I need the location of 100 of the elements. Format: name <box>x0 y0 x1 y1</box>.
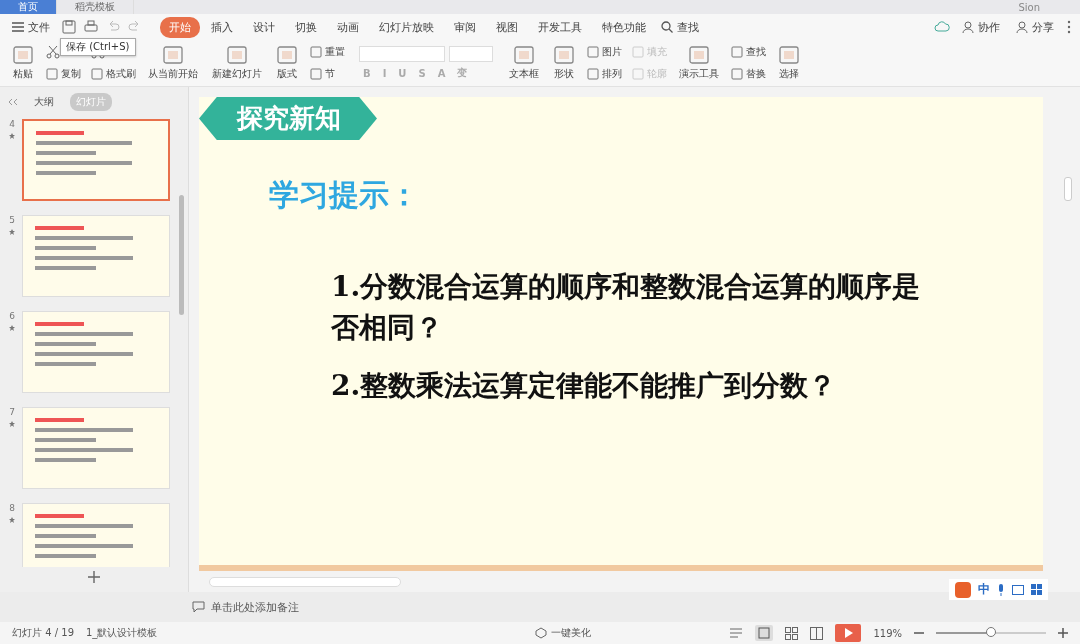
menu-icon <box>12 22 24 32</box>
slide-thumbnail[interactable] <box>22 119 170 201</box>
ribbon-button[interactable]: 选择 <box>774 43 804 83</box>
star-icon <box>9 517 15 523</box>
tool-icon <box>632 46 644 58</box>
ribbon-button[interactable]: 排列 <box>585 66 624 82</box>
tool-icon <box>731 68 743 80</box>
notes-placeholder[interactable]: 单击此处添加备注 <box>211 599 299 615</box>
tool-icon <box>12 45 34 65</box>
ime-mode[interactable]: 中 <box>978 581 990 598</box>
play-button[interactable] <box>835 624 862 642</box>
slide-text: 1.分数混合运算的顺序和整数混合运算的顺序是否相同？ <box>331 269 921 346</box>
ribbon-button[interactable]: 替换 <box>729 66 768 82</box>
ribbon-button[interactable]: 节 <box>308 66 337 82</box>
scrollbar[interactable] <box>209 577 401 587</box>
ribbon-button[interactable]: 从当前开始 <box>144 43 202 83</box>
search-icon <box>661 21 673 33</box>
tool-icon <box>162 45 184 65</box>
ribbon-tab[interactable]: 开发工具 <box>529 16 591 38</box>
slide-number: 4 <box>9 119 15 129</box>
slide-number: 5 <box>9 215 15 225</box>
file-menu[interactable]: 文件 <box>8 17 54 37</box>
ribbon-tab[interactable]: 幻灯片放映 <box>370 16 443 38</box>
ribbon-button[interactable]: 粘贴 <box>8 43 38 83</box>
microphone-icon[interactable] <box>997 583 1005 596</box>
print-icon[interactable] <box>84 20 98 34</box>
normal-view-icon[interactable] <box>755 625 774 641</box>
slide-text: 2.整数乘法运算定律能不能推广到分数？ <box>331 368 838 405</box>
cloud-icon[interactable] <box>934 20 950 34</box>
tool-icon <box>310 68 322 80</box>
zoom-slider-thumb[interactable] <box>986 627 996 637</box>
star-icon <box>9 133 15 139</box>
slide-number: 7 <box>9 407 15 417</box>
keyboard-icon[interactable] <box>1012 584 1024 595</box>
slide-number: 8 <box>9 503 15 513</box>
comment-icon <box>192 601 205 613</box>
tool-icon <box>632 68 644 80</box>
plus-icon <box>88 571 100 583</box>
ribbon-button[interactable]: 图片 <box>585 44 624 60</box>
ribbon-button[interactable]: 演示工具 <box>675 43 723 83</box>
scrollbar[interactable] <box>179 195 184 315</box>
ribbon-button[interactable]: 查找 <box>729 44 768 60</box>
ribbon-tab[interactable]: 动画 <box>328 16 368 38</box>
play-icon <box>843 628 854 638</box>
slide-number: 6 <box>9 311 15 321</box>
tool-icon <box>731 46 743 58</box>
title-banner: 探究新知 <box>199 97 377 140</box>
tool-icon <box>587 68 599 80</box>
tool-icon <box>276 45 298 65</box>
slide-count: 幻灯片 4 / 19 <box>12 626 74 640</box>
ribbon-button[interactable]: 复制 <box>44 66 83 82</box>
toolbar-action[interactable]: 协作 <box>958 17 1004 37</box>
tool-icon <box>553 45 575 65</box>
tool-icon <box>513 45 535 65</box>
tool-icon <box>587 46 599 58</box>
view-tab[interactable]: 大纲 <box>28 93 60 111</box>
ribbon-tab[interactable]: 特色功能 <box>593 16 655 38</box>
font-size-field[interactable] <box>449 46 493 62</box>
collapse-icon[interactable] <box>8 98 18 106</box>
ime-logo-icon[interactable] <box>955 581 971 598</box>
tool-icon <box>226 45 248 65</box>
grid-view-icon[interactable] <box>785 626 799 640</box>
more-icon[interactable] <box>1066 20 1072 34</box>
tool-icon <box>688 45 710 65</box>
tool-icon <box>46 68 58 80</box>
star-icon <box>9 325 15 331</box>
ribbon-button[interactable]: 版式 <box>272 43 302 83</box>
ribbon-tab[interactable]: 设计 <box>244 16 284 38</box>
ribbon-button[interactable]: 形状 <box>549 43 579 83</box>
template-name[interactable]: 1_默认设计模板 <box>86 626 158 640</box>
zoom-level[interactable]: 119% <box>873 627 902 639</box>
ribbon-button[interactable]: 格式刷 <box>89 66 138 82</box>
tool-icon <box>310 46 322 58</box>
zoom-in-icon[interactable] <box>1058 628 1068 638</box>
beautify-button[interactable]: 一键美化 <box>529 625 598 641</box>
toolbar-action[interactable]: 分享 <box>1012 17 1058 37</box>
document-tab[interactable]: 首页 <box>0 0 57 14</box>
person-icon <box>1016 21 1028 33</box>
ribbon-tab[interactable]: 切换 <box>286 16 326 38</box>
tooltip: 保存 (Ctrl+S) <box>60 38 136 56</box>
ribbon-button[interactable]: 新建幻灯片 <box>208 43 266 83</box>
star-icon <box>9 421 15 427</box>
scrollbar[interactable] <box>1064 177 1072 201</box>
notes-view-icon[interactable] <box>729 627 744 639</box>
tool-icon <box>778 45 800 65</box>
ime-toolbar[interactable]: 中 <box>949 579 1048 600</box>
ribbon-tab[interactable]: 插入 <box>202 16 242 38</box>
ribbon-button[interactable]: 文本框 <box>505 43 543 83</box>
star-icon <box>9 229 15 235</box>
tool-icon <box>91 68 103 80</box>
ribbon-button[interactable]: 重置 <box>308 44 347 60</box>
grid-icon[interactable] <box>1031 584 1042 595</box>
ribbon-tab[interactable]: 审阅 <box>445 16 485 38</box>
font-name-field[interactable] <box>359 46 445 62</box>
reading-view-icon[interactable] <box>810 626 824 640</box>
search-button[interactable]: 查找 <box>657 17 703 37</box>
slide-canvas[interactable]: 探究新知 学习提示： 1.分数混合运算的顺序和整数混合运算的顺序是否相同？ 2.整数乘法运算定律能不能推广到分数？ <box>199 97 1043 571</box>
person-icon <box>962 21 974 33</box>
save-icon[interactable] <box>62 20 76 34</box>
ribbon-tab[interactable]: 视图 <box>487 16 527 38</box>
